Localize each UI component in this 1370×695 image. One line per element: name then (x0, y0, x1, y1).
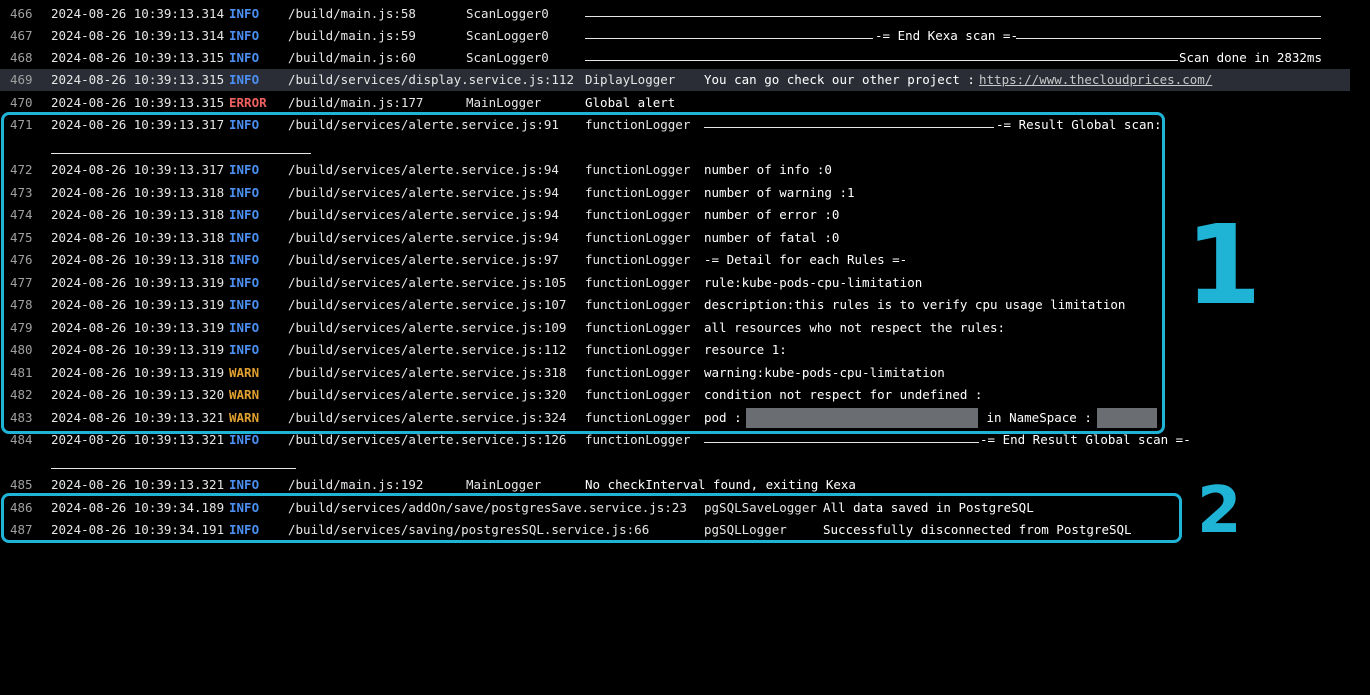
logger-name: ScanLogger0 (466, 6, 549, 21)
timestamp: 2024-08-26 10:39:13.315 (51, 95, 225, 110)
line-number: 470 (10, 95, 33, 110)
log-level: INFO (229, 28, 260, 43)
timestamp: 2024-08-26 10:39:13.315 (51, 50, 225, 65)
callout-number-2: 2 (1197, 474, 1242, 548)
timestamp: 2024-08-26 10:39:13.314 (51, 28, 225, 43)
timestamp: 2024-08-26 10:39:13.314 (51, 6, 225, 21)
callout-number-1: 1 (1185, 201, 1262, 329)
log-level: INFO (229, 6, 260, 21)
source-file: /build/main.js:58 (288, 6, 416, 21)
line-number: 469 (10, 72, 33, 87)
source-file: /build/main.js:177 (288, 95, 424, 110)
source-file: /build/main.js:59 (288, 28, 416, 43)
timestamp: 2024-08-26 10:39:13.315 (51, 72, 225, 87)
logger-name: DiplayLogger (585, 72, 676, 87)
log-row: 468 2024-08-26 10:39:13.315 INFO /build/… (0, 47, 1322, 69)
message-divider (585, 47, 1178, 69)
log-level: INFO (229, 50, 260, 65)
message-divider (1016, 25, 1321, 47)
line-number: 468 (10, 50, 33, 65)
logger-name: ScanLogger0 (466, 28, 549, 43)
log-row: 467 2024-08-26 10:39:13.314 INFO /build/… (0, 25, 1321, 47)
callout-box-2 (1, 493, 1182, 543)
logger-name: ScanLogger0 (466, 50, 549, 65)
line-number: 467 (10, 28, 33, 43)
log-row-selected[interactable]: 469 2024-08-26 10:39:13.315 INFO /build/… (0, 69, 1350, 91)
source-file: /build/main.js:60 (288, 50, 416, 65)
message-divider (585, 25, 873, 47)
logger-name: MainLogger (466, 95, 542, 110)
line-number: 466 (10, 6, 33, 21)
log-message: Scan done in 2832ms (1179, 50, 1322, 65)
source-file: /build/services/display.service.js:112 (288, 72, 574, 87)
log-message: -= End Kexa scan =- (875, 28, 1018, 43)
log-message: Global alert (585, 95, 676, 110)
callout-box-1 (1, 112, 1165, 434)
log-level: ERROR (229, 95, 267, 110)
log-message: You can go check our other project : (704, 72, 983, 87)
log-row: 466 2024-08-26 10:39:13.314 INFO /build/… (0, 3, 1321, 25)
project-link[interactable]: https://www.thecloudprices.com/ (979, 69, 1212, 91)
log-level: INFO (229, 72, 260, 87)
message-divider (585, 3, 1321, 25)
log-row: 470 2024-08-26 10:39:13.315 ERROR /build… (0, 92, 675, 114)
